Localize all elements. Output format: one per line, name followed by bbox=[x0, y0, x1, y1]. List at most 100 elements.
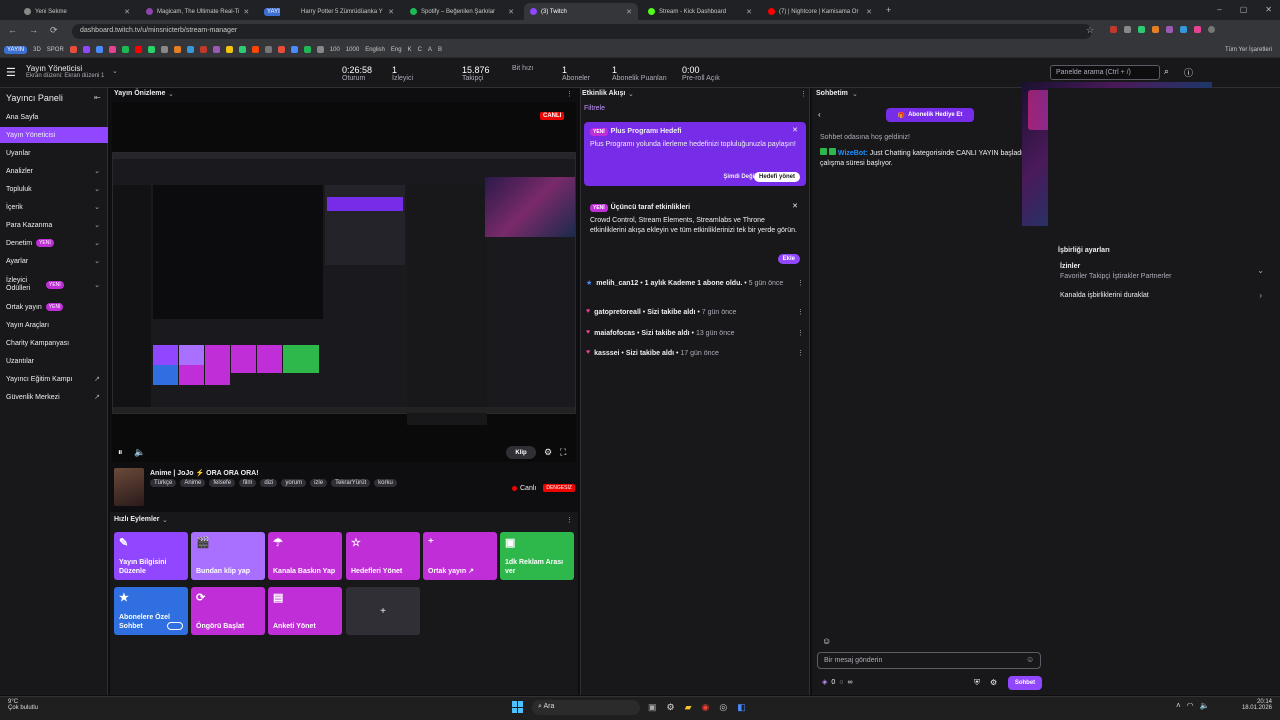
activity-options-icon[interactable]: ⋮ bbox=[797, 308, 804, 318]
bookmark-item[interactable]: 100 bbox=[330, 47, 340, 53]
activity-user[interactable]: melih_can12 bbox=[596, 280, 638, 287]
quick-actions-options-icon[interactable]: ⋮ bbox=[566, 516, 573, 524]
quick-action-tile[interactable]: ▣ 1dk Reklam Arası ver bbox=[500, 532, 574, 580]
pause-icon[interactable]: ⏸ bbox=[118, 447, 123, 458]
bookmark-favicon-icon[interactable] bbox=[316, 46, 324, 53]
search-icon[interactable]: ⌕ bbox=[1164, 66, 1169, 77]
quick-action-tile[interactable]: ★ Abonelere Özel Sohbet bbox=[114, 587, 188, 635]
quick-action-tile[interactable]: 🎬 Bundan klip yap bbox=[191, 532, 265, 580]
back-icon[interactable]: ← bbox=[8, 25, 17, 36]
sidebar-item[interactable]: Topluluk ⌄ bbox=[0, 181, 108, 197]
close-icon[interactable]: ✕ bbox=[792, 202, 798, 210]
bookmark-item[interactable]: 1000 bbox=[346, 47, 359, 53]
browser-tab[interactable]: YAYIN bbox=[258, 3, 280, 20]
sidebar-item[interactable]: İzleyici Ödülleri YENİ ⌄ bbox=[0, 275, 108, 295]
activity-item[interactable]: ♥ gatopretoreall • Sizi takibe aldı • 7 g… bbox=[586, 308, 804, 318]
close-tab-icon[interactable]: ✕ bbox=[388, 8, 394, 16]
sidebar-item[interactable]: Yayın Araçları bbox=[0, 317, 108, 333]
chevron-down-icon[interactable]: ⌄ bbox=[168, 90, 174, 98]
close-tab-icon[interactable]: ✕ bbox=[746, 8, 752, 16]
stat-item[interactable]: 1 İzleyici bbox=[392, 65, 413, 82]
activity-user[interactable]: maiafofocas bbox=[594, 330, 635, 337]
extension-icon[interactable] bbox=[1110, 26, 1117, 33]
preview-options-icon[interactable]: ⋮ bbox=[566, 90, 573, 98]
bookmark-favicon-icon[interactable] bbox=[238, 46, 246, 53]
sidebar-item[interactable]: İçerik ⌄ bbox=[0, 199, 108, 215]
bookmark-favicon-icon[interactable] bbox=[95, 46, 103, 53]
dashboard-search-input[interactable]: Panelde arama (Ctrl + /) bbox=[1050, 65, 1160, 80]
chat-input[interactable]: Bir mesaj gönderin bbox=[817, 652, 1041, 669]
sidebar-item[interactable]: Ana Sayfa bbox=[0, 109, 108, 125]
extension-icon[interactable] bbox=[1138, 26, 1145, 33]
extension-icon[interactable] bbox=[1180, 26, 1187, 33]
stream-tag[interactable]: Anime bbox=[180, 479, 206, 487]
browser-tab[interactable]: Magicam, The Ultimate Real-Ti ✕ bbox=[140, 3, 254, 20]
tray-arrow-icon[interactable]: ˄ bbox=[1176, 701, 1181, 710]
browser-tab[interactable]: (3) Twitch ✕ bbox=[524, 3, 638, 20]
bookmark-favicon-icon[interactable] bbox=[82, 46, 90, 53]
activity-options-icon[interactable]: ⋮ bbox=[800, 90, 807, 98]
stream-tag[interactable]: film bbox=[239, 479, 257, 487]
bookmark-favicon-icon[interactable] bbox=[173, 46, 181, 53]
profile-avatar-icon[interactable] bbox=[1208, 26, 1215, 33]
weather-widget[interactable]: 9°C Çok bulutlu bbox=[8, 699, 38, 711]
bookmark-item[interactable]: Eng bbox=[391, 47, 402, 53]
stat-item[interactable]: Bit hızı bbox=[512, 65, 533, 72]
close-tab-icon[interactable]: ✕ bbox=[124, 8, 130, 16]
chat-settings-icon[interactable]: ⚙ bbox=[990, 678, 997, 687]
clock[interactable]: 20:14 18.01.2026 bbox=[1236, 699, 1272, 711]
stream-tag[interactable]: felsefe bbox=[209, 479, 236, 487]
extension-icon[interactable] bbox=[1166, 26, 1173, 33]
layout-dropdown-icon[interactable]: ⌄ bbox=[112, 67, 118, 75]
reload-icon[interactable]: ⟳ bbox=[50, 25, 58, 36]
quick-action-tile[interactable]: ⟳ Öngörü Başlat bbox=[191, 587, 265, 635]
bookmark-item[interactable]: 3D bbox=[33, 47, 41, 53]
activity-options-icon[interactable]: ⋮ bbox=[797, 349, 804, 359]
quick-action-tile[interactable]: ▤ Anketi Yönet bbox=[268, 587, 342, 635]
bookmark-favicon-icon[interactable] bbox=[69, 46, 77, 53]
sidebar-item[interactable]: Analizler ⌄ bbox=[0, 163, 108, 179]
add-button[interactable]: Ekle bbox=[777, 254, 800, 264]
bookmark-favicon-icon[interactable] bbox=[160, 46, 168, 53]
sidebar-item[interactable]: Yayın Yöneticisi bbox=[0, 127, 108, 143]
activity-user[interactable]: kasssei bbox=[594, 350, 619, 357]
forward-icon[interactable]: → bbox=[29, 25, 38, 36]
sidebar-item[interactable]: Charity Kampanyası bbox=[0, 335, 108, 351]
browser-tab[interactable]: (7) | Nightcore | Kamisama Or ✕ bbox=[762, 3, 878, 20]
browser-tab[interactable]: Stream - Kick Dashboard ✕ bbox=[642, 3, 758, 20]
sidebar-item[interactable]: Yayıncı Eğitim Kampı ↗ bbox=[0, 371, 108, 387]
bookmark-item[interactable]: C bbox=[418, 47, 422, 53]
browser-tab[interactable]: Spotify – Beğenilen Şarkılar ✕ bbox=[404, 3, 520, 20]
send-chat-button[interactable]: Sohbet bbox=[1008, 676, 1042, 690]
bookmark-favicon-icon[interactable] bbox=[134, 46, 142, 53]
volume-icon[interactable]: 🔈 bbox=[134, 447, 145, 458]
shield-icon[interactable]: ⛨ bbox=[974, 678, 980, 688]
stream-tag[interactable]: korku bbox=[374, 479, 397, 487]
sidebar-item[interactable]: Uyarılar bbox=[0, 145, 108, 161]
bookmark-item[interactable]: B bbox=[438, 47, 442, 53]
bookmark-favicon-icon[interactable] bbox=[277, 46, 285, 53]
close-tab-icon[interactable]: ✕ bbox=[243, 8, 249, 16]
extension-icon[interactable] bbox=[1152, 26, 1159, 33]
stream-tag[interactable]: TekrarYürüt bbox=[331, 479, 371, 487]
sidebar-item[interactable]: Para Kazanma ⌄ bbox=[0, 217, 108, 233]
stat-item[interactable]: 1 Aboneler bbox=[562, 65, 590, 82]
volume-tray-icon[interactable]: 🔈 bbox=[1200, 701, 1210, 710]
maximize-icon[interactable]: ▢ bbox=[1240, 5, 1248, 15]
pause-collab-row[interactable]: Kanalda işbirliklerini duraklat › bbox=[1052, 288, 1272, 304]
taskbar-search[interactable]: ⌕ Ara bbox=[532, 700, 640, 715]
chat-bot-icon[interactable]: ☺ bbox=[822, 636, 831, 646]
bookmark-item[interactable]: A bbox=[428, 47, 432, 53]
menu-icon[interactable]: ☰ bbox=[6, 66, 16, 79]
stream-tag[interactable]: dizi bbox=[260, 479, 278, 487]
help-icon[interactable]: ⓘ bbox=[1184, 66, 1193, 79]
emote-icon[interactable]: ☺ bbox=[1026, 655, 1034, 664]
task-view-icon[interactable]: ▣ bbox=[648, 702, 657, 713]
close-tab-icon[interactable]: ✕ bbox=[508, 8, 514, 16]
chrome-icon[interactable]: ◉ bbox=[702, 702, 710, 713]
file-explorer-icon[interactable]: ▰ bbox=[685, 702, 692, 713]
chevron-down-icon[interactable]: ⌄ bbox=[852, 90, 858, 98]
sidebar-item[interactable]: Ortak yayın YENİ bbox=[0, 299, 108, 315]
bookmark-favicon-icon[interactable] bbox=[199, 46, 207, 53]
bookmark-favicon-icon[interactable] bbox=[108, 46, 116, 53]
